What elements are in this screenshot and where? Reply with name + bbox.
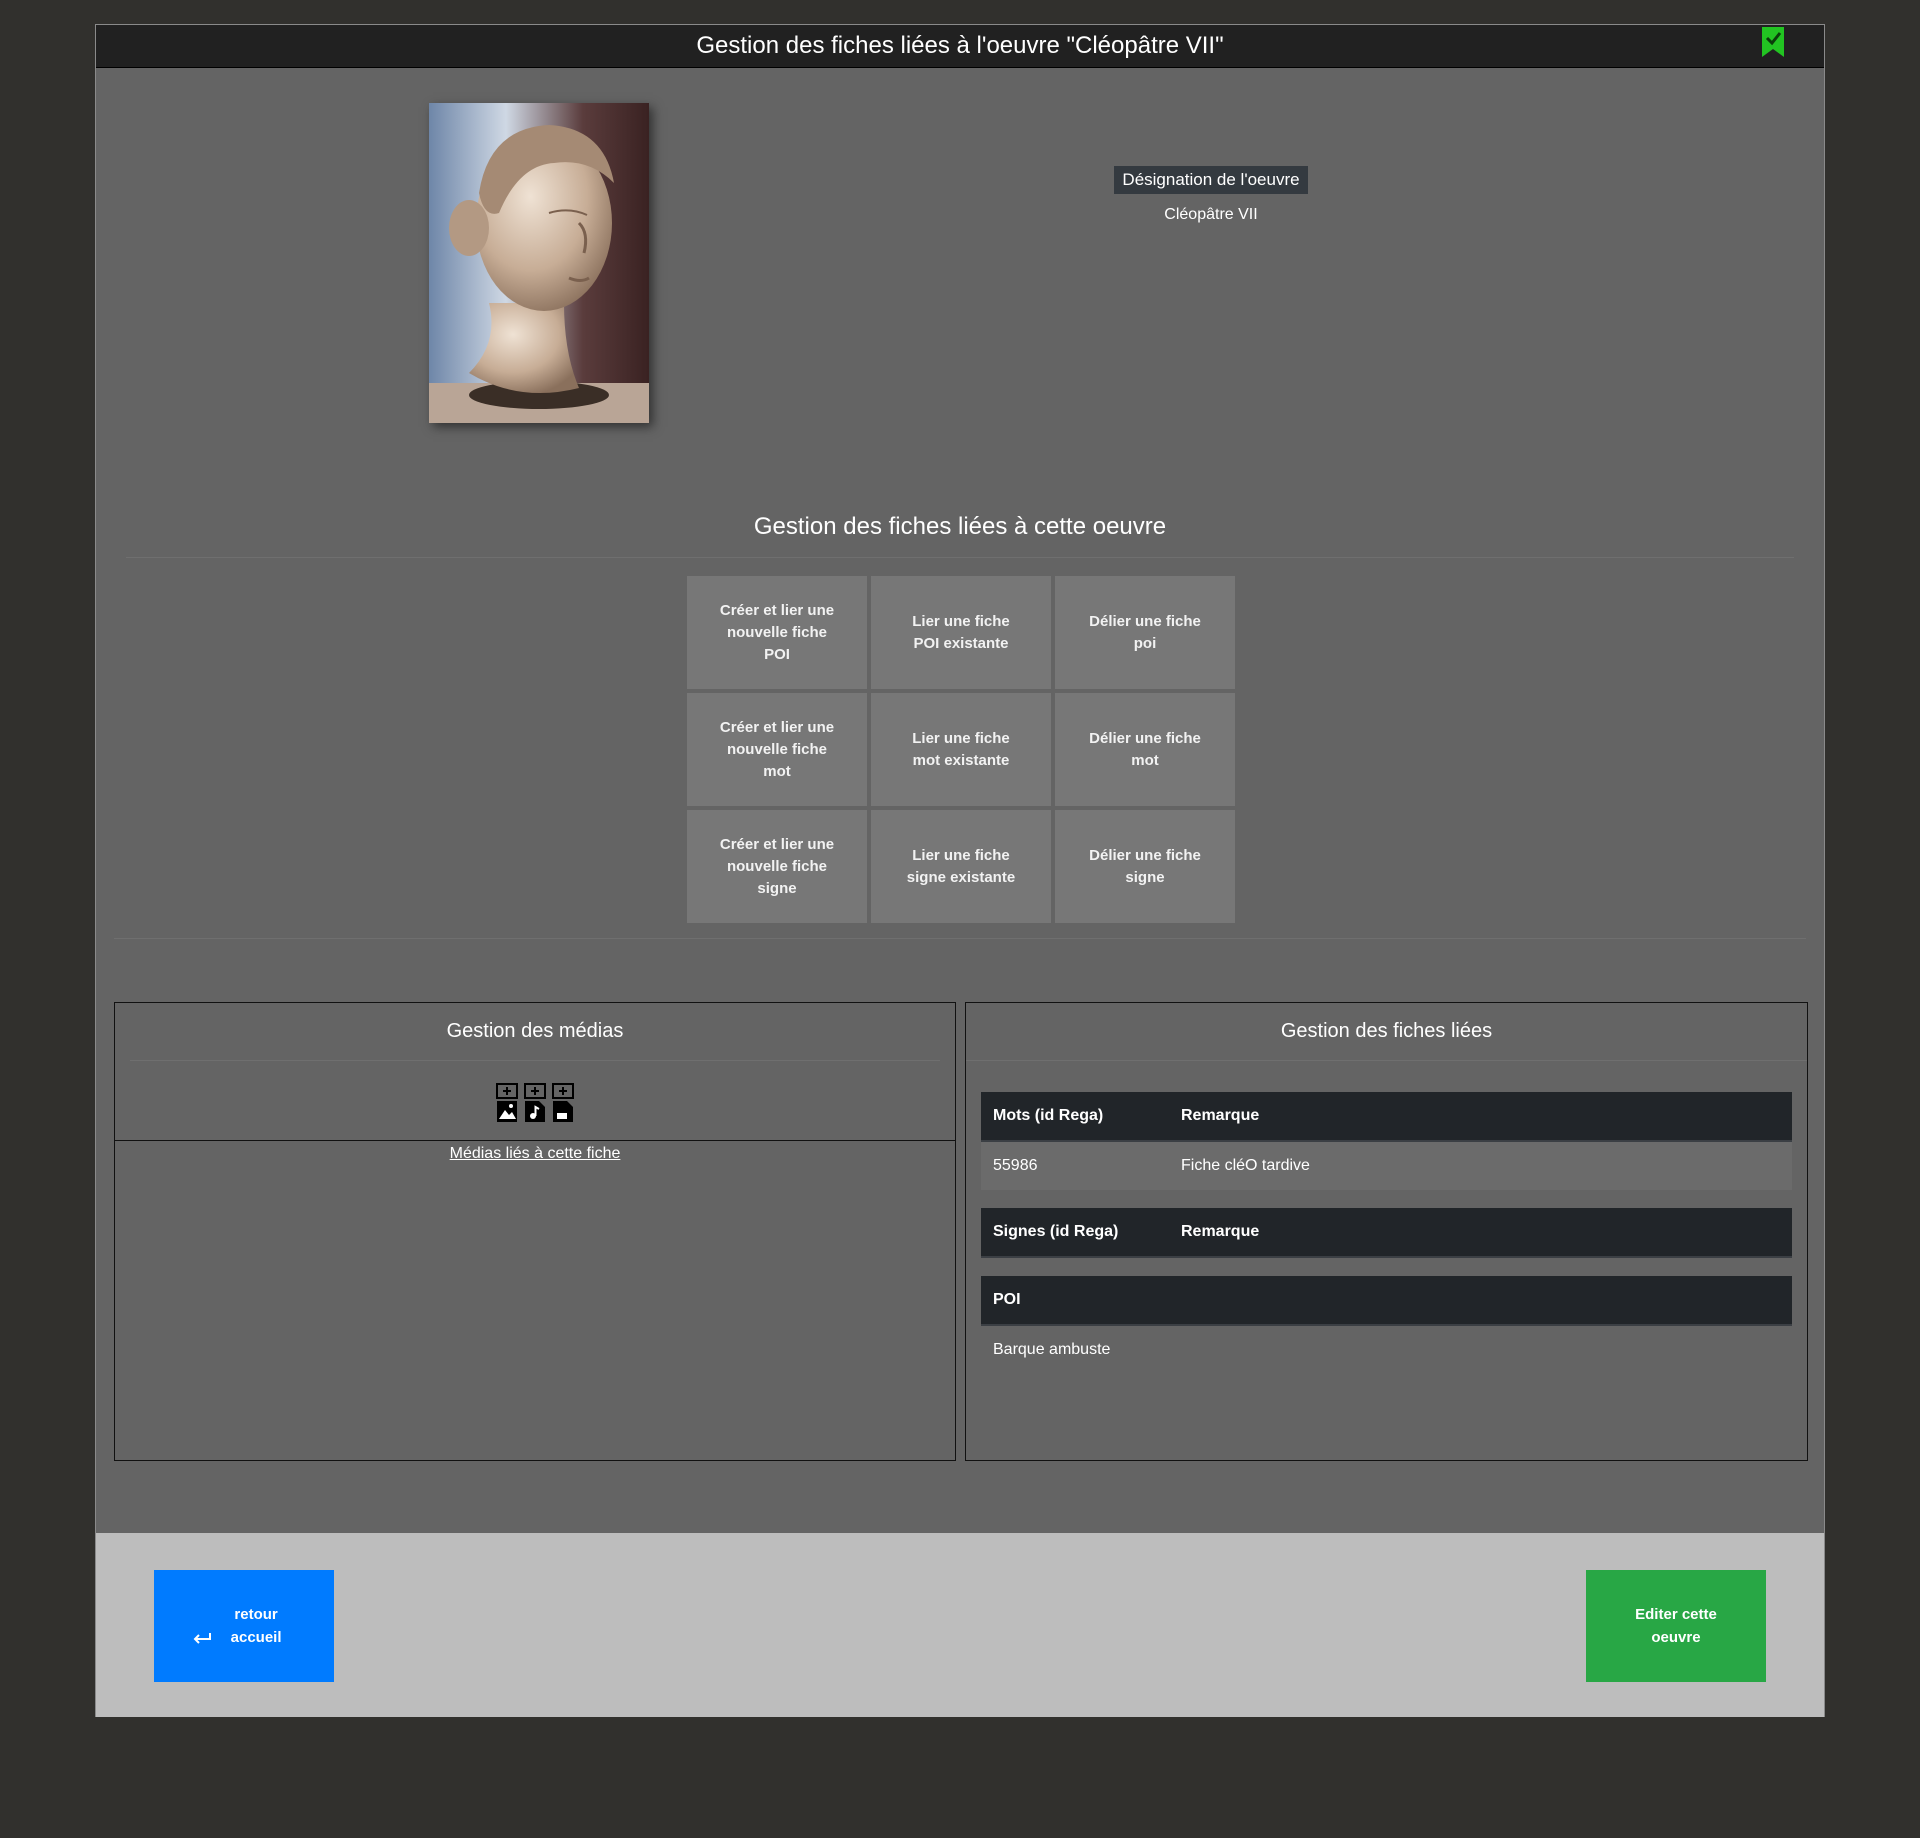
- back-home-button[interactable]: retour accueil: [154, 1570, 334, 1682]
- signes-column-remarque: Remarque: [1181, 1223, 1260, 1240]
- media-panel: Gestion des médias Médias liés à cette f…: [114, 1002, 956, 1461]
- linked-tables: Mots (id Rega) Remarque 55986 Fiche cléO…: [981, 1092, 1792, 1374]
- return-arrow-icon: [192, 1629, 216, 1646]
- poi-table-header: POI: [981, 1276, 1792, 1326]
- media-icons: [115, 1083, 955, 1128]
- divider: [114, 938, 1806, 939]
- title-bar: Gestion des fiches liées à l'oeuvre "Clé…: [96, 25, 1824, 68]
- mots-column-remarque: Remarque: [1181, 1107, 1260, 1124]
- add-image-icon[interactable]: [496, 1083, 518, 1128]
- table-row[interactable]: Barque ambuste: [981, 1326, 1792, 1374]
- signes-column-id: Signes (id Rega): [993, 1223, 1119, 1240]
- link-poi-button[interactable]: Lier une fiche POI existante: [871, 576, 1051, 689]
- artwork-image: [429, 103, 649, 423]
- add-audio-icon[interactable]: [524, 1083, 546, 1128]
- poi-name: Barque ambuste: [993, 1341, 1111, 1358]
- linked-panel-title: Gestion des fiches liées: [1280, 1020, 1493, 1042]
- mots-column-id: Mots (id Rega): [993, 1107, 1104, 1124]
- poi-column: POI: [993, 1291, 1021, 1308]
- unlink-signe-button[interactable]: Délier une fiche signe: [1055, 810, 1235, 923]
- mots-table-header: Mots (id Rega) Remarque: [981, 1092, 1792, 1142]
- mot-id: 55986: [993, 1157, 1038, 1174]
- signes-table-header: Signes (id Rega) Remarque: [981, 1208, 1792, 1258]
- divider: [966, 1060, 1807, 1061]
- designation-block: Désignation de l'oeuvre Cléopâtre VII: [1111, 166, 1311, 224]
- fiche-actions-grid: Créer et lier une nouvelle fiche POI Lie…: [687, 576, 1237, 923]
- linked-media-link[interactable]: Médias liés à cette fiche: [115, 1145, 955, 1163]
- unlink-mot-button[interactable]: Délier une fiche mot: [1055, 693, 1235, 806]
- bookmark-check-icon[interactable]: [1762, 27, 1784, 64]
- link-signe-button[interactable]: Lier une fiche signe existante: [871, 810, 1051, 923]
- linked-fiches-panel: Gestion des fiches liées Mots (id Rega) …: [965, 1002, 1808, 1461]
- add-document-icon[interactable]: [552, 1083, 574, 1128]
- fiches-section-title: Gestion des fiches liées à cette oeuvre: [753, 513, 1167, 540]
- footer-bar: retour accueil Editer cette oeuvre: [96, 1533, 1824, 1717]
- table-row[interactable]: 55986 Fiche cléO tardive: [981, 1142, 1792, 1190]
- page-title: Gestion des fiches liées à l'oeuvre "Clé…: [696, 32, 1224, 59]
- back-home-label: retour accueil: [230, 1606, 282, 1646]
- divider: [130, 1060, 940, 1061]
- create-signe-button[interactable]: Créer et lier une nouvelle fiche signe: [687, 810, 867, 923]
- unlink-poi-button[interactable]: Délier une fiche poi: [1055, 576, 1235, 689]
- divider: [126, 557, 1794, 558]
- edit-artwork-label: Editer cette oeuvre: [1635, 1606, 1717, 1646]
- create-poi-button[interactable]: Créer et lier une nouvelle fiche POI: [687, 576, 867, 689]
- edit-artwork-button[interactable]: Editer cette oeuvre: [1586, 1570, 1766, 1682]
- designation-value: Cléopâtre VII: [1164, 206, 1258, 223]
- create-mot-button[interactable]: Créer et lier une nouvelle fiche mot: [687, 693, 867, 806]
- main-frame: Gestion des fiches liées à l'oeuvre "Clé…: [95, 24, 1825, 1717]
- link-mot-button[interactable]: Lier une fiche mot existante: [871, 693, 1051, 806]
- divider: [115, 1140, 955, 1141]
- designation-label: Désignation de l'oeuvre: [1114, 166, 1308, 194]
- mot-remarque: Fiche cléO tardive: [1181, 1157, 1310, 1174]
- media-panel-title: Gestion des médias: [446, 1020, 624, 1042]
